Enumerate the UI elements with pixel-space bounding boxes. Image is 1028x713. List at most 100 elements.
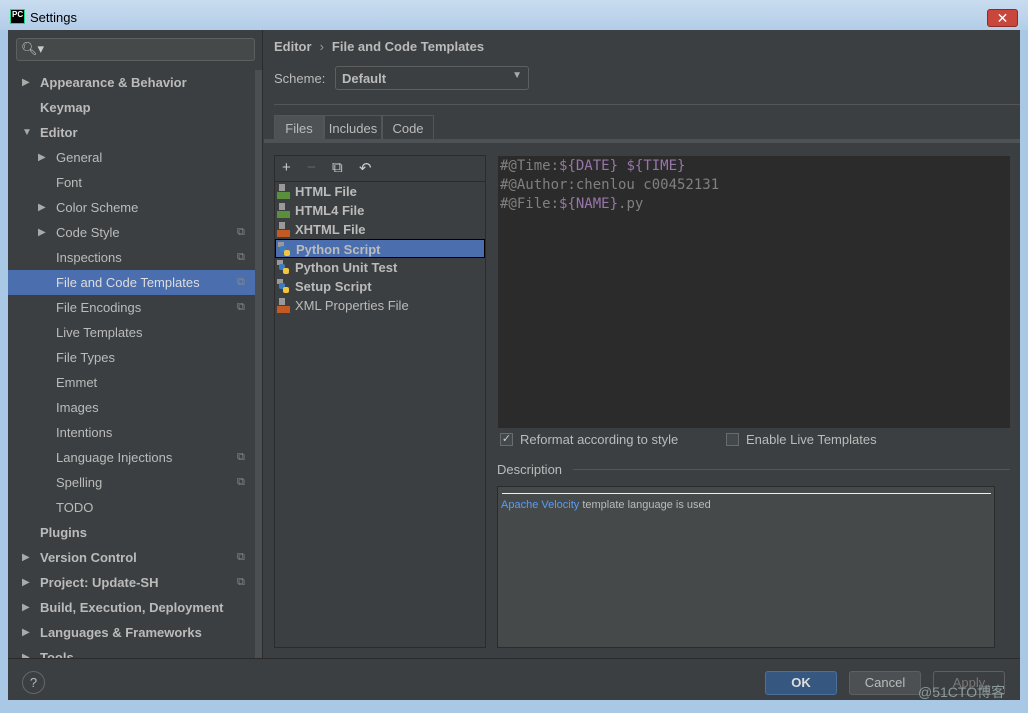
sidebar-item-label: File Types xyxy=(56,350,116,365)
cancel-button[interactable]: Cancel xyxy=(849,671,921,695)
sidebar-item-label: Tools xyxy=(40,650,74,658)
chevron-right-icon[interactable]: ▶ xyxy=(22,70,30,95)
breadcrumb-separator: › xyxy=(319,39,324,54)
sidebar-item-tools[interactable]: ▶ Tools xyxy=(8,645,255,658)
code-line: #@Author:chenlou c00452131 xyxy=(500,176,1008,195)
list-toolbar: + − ⧉ ↶ xyxy=(275,156,485,182)
sidebar-item-label: Color Scheme xyxy=(56,200,139,215)
sidebar-item-label: Editor xyxy=(40,125,78,140)
close-button[interactable]: ✕ xyxy=(987,9,1018,27)
breadcrumb-parent: Editor xyxy=(274,39,312,54)
sidebar-item-color-scheme[interactable]: ▶ Color Scheme xyxy=(8,195,255,220)
sidebar-item-images[interactable]: Images xyxy=(8,395,255,420)
sidebar-item-live-templates[interactable]: Live Templates xyxy=(8,320,255,345)
scheme-dropdown[interactable]: Default ▼ xyxy=(335,66,529,90)
sidebar-item-label: Live Templates xyxy=(56,325,143,340)
checkbox-unchecked-icon xyxy=(726,433,739,446)
chevron-right-icon[interactable]: ▶ xyxy=(22,595,30,620)
sidebar-item-font[interactable]: Font xyxy=(8,170,255,195)
sidebar-item-code-style[interactable]: ▶ Code Style ⧉ xyxy=(8,220,255,245)
sidebar-item-languages-frameworks[interactable]: ▶ Languages & Frameworks xyxy=(8,620,255,645)
sidebar-item-language-injections[interactable]: Language Injections ⧉ xyxy=(8,445,255,470)
title-bar: PC Settings ✕ xyxy=(0,0,1028,30)
divider xyxy=(502,493,991,494)
sidebar-item-version-control[interactable]: ▶ Version Control ⧉ xyxy=(8,545,255,570)
chevron-right-icon[interactable]: ▶ xyxy=(22,545,30,570)
sidebar-item-inspections[interactable]: Inspections ⧉ xyxy=(8,245,255,270)
add-icon[interactable]: + xyxy=(282,159,291,176)
tab-underline xyxy=(264,139,1020,143)
sidebar-item-file-types[interactable]: File Types xyxy=(8,345,255,370)
template-item[interactable]: XML Properties File xyxy=(275,296,485,315)
project-scope-icon: ⧉ xyxy=(237,576,245,588)
description-text: Apache Velocity template language is use… xyxy=(501,499,711,511)
sidebar-item-emmet[interactable]: Emmet xyxy=(8,370,255,395)
template-editor[interactable]: #@Time:${DATE} ${TIME} #@Author:chenlou c… xyxy=(498,156,1010,428)
sidebar-item-label: Emmet xyxy=(56,375,98,390)
project-scope-icon: ⧉ xyxy=(237,251,245,263)
template-name: XHTML File xyxy=(295,222,366,237)
sidebar-item-appearance-behavior[interactable]: ▶ Appearance & Behavior xyxy=(8,70,255,95)
copy-icon[interactable]: ⧉ xyxy=(332,159,343,176)
tab-files[interactable]: Files xyxy=(274,115,324,140)
search-icon: 🔍︎▾ xyxy=(21,41,45,56)
sidebar-item-intentions[interactable]: Intentions xyxy=(8,420,255,445)
project-scope-icon: ⧉ xyxy=(237,276,245,288)
python-file-icon xyxy=(277,260,289,274)
sidebar-item-label: File Encodings xyxy=(56,300,142,315)
html-file-icon xyxy=(277,203,290,218)
chevron-down-icon[interactable]: ▼ xyxy=(22,120,32,145)
sidebar-item-label: Spelling xyxy=(56,475,103,490)
chevron-down-icon: ▼ xyxy=(512,70,522,81)
chevron-right-icon[interactable]: ▶ xyxy=(22,645,30,658)
code-line: #@Time:${DATE} ${TIME} xyxy=(500,157,1008,176)
sidebar-item-keymap[interactable]: Keymap xyxy=(8,95,255,120)
sidebar-item-label: General xyxy=(56,150,103,165)
template-list: + − ⧉ ↶ HTML File HTML4 File XHTML File Pyt… xyxy=(274,155,486,648)
tab-code[interactable]: Code xyxy=(382,115,434,140)
project-scope-icon: ⧉ xyxy=(237,551,245,563)
template-name: HTML4 File xyxy=(295,203,365,218)
sidebar-item-general[interactable]: ▶ General xyxy=(8,145,255,170)
chevron-right-icon[interactable]: ▶ xyxy=(38,145,46,170)
tab-includes[interactable]: Includes xyxy=(324,115,382,140)
help-button[interactable]: ? xyxy=(22,671,45,694)
sidebar-item-build-execution-deployment[interactable]: ▶ Build, Execution, Deployment xyxy=(8,595,255,620)
sidebar-scrollbar[interactable] xyxy=(255,70,262,658)
project-scope-icon: ⧉ xyxy=(237,301,245,313)
template-item[interactable]: HTML File xyxy=(275,182,485,201)
pycharm-logo-icon: PC xyxy=(10,9,25,24)
sidebar-item-label: TODO xyxy=(56,500,94,515)
template-item[interactable]: Setup Script xyxy=(275,277,485,296)
chevron-right-icon[interactable]: ▶ xyxy=(38,195,46,220)
window-title: Settings xyxy=(30,10,77,25)
template-item[interactable]: Python Unit Test xyxy=(275,258,485,277)
search-input[interactable]: 🔍︎▾ xyxy=(16,38,255,61)
sidebar-item-project-update-sh[interactable]: ▶ Project: Update-SH ⧉ xyxy=(8,570,255,595)
watermark: @51CTO博客 xyxy=(918,684,1006,700)
sidebar-item-spelling[interactable]: Spelling ⧉ xyxy=(8,470,255,495)
remove-icon[interactable]: − xyxy=(307,159,316,176)
template-item[interactable]: XHTML File xyxy=(275,220,485,239)
code-text: .py xyxy=(618,196,644,212)
ok-button[interactable]: OK xyxy=(765,671,837,695)
chevron-right-icon[interactable]: ▶ xyxy=(22,620,30,645)
template-item[interactable]: HTML4 File xyxy=(275,201,485,220)
sidebar-item-file-encodings[interactable]: File Encodings ⧉ xyxy=(8,295,255,320)
sidebar: 🔍︎▾ ▶ Appearance & Behavior Keymap ▼ Editor ▶… xyxy=(8,30,263,658)
checkbox-checked-icon: ✓ xyxy=(500,433,513,446)
chevron-right-icon[interactable]: ▶ xyxy=(38,220,46,245)
sidebar-item-label: Font xyxy=(56,175,83,190)
sidebar-item-file-and-code-templates[interactable]: File and Code Templates ⧉ xyxy=(8,270,255,295)
sidebar-item-plugins[interactable]: Plugins xyxy=(8,520,255,545)
template-item[interactable]: Python Script xyxy=(275,239,485,258)
sidebar-item-editor[interactable]: ▼ Editor xyxy=(8,120,255,145)
chevron-right-icon[interactable]: ▶ xyxy=(22,570,30,595)
sidebar-item-label: File and Code Templates xyxy=(56,275,200,290)
template-variable: ${TIME} xyxy=(626,158,686,174)
template-variable: ${DATE} xyxy=(559,158,619,174)
sidebar-item-label: Project: Update-SH xyxy=(40,575,159,590)
apache-velocity-link[interactable]: Apache Velocity xyxy=(501,499,579,511)
sidebar-item-todo[interactable]: TODO xyxy=(8,495,255,520)
reset-icon[interactable]: ↶ xyxy=(359,159,372,177)
